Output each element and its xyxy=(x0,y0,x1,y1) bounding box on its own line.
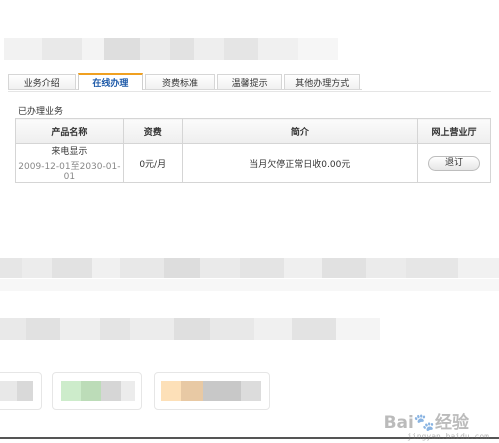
cell-action: 退订 xyxy=(417,143,491,183)
watermark-url: jingyan.baidu.com xyxy=(407,432,489,441)
table-header-row: 产品名称 资费 简介 网上营业厅 xyxy=(15,118,491,144)
section-title: 已办理业务 xyxy=(18,107,64,117)
blurred-row-1 xyxy=(0,258,499,278)
subscribed-services-table: 产品名称 资费 简介 网上营业厅 来电显示 2009-12-01至2030-01… xyxy=(15,118,491,183)
tab-bar: 业务介绍 在线办理 资费标准 温馨提示 其他办理方式 xyxy=(8,73,362,90)
cell-intro: 当月欠停正常日收0.00元 xyxy=(181,143,419,183)
table-row: 来电显示 2009-12-01至2030-01-01 0元/月 当月欠停正常日收… xyxy=(15,143,491,183)
cell-product: 来电显示 2009-12-01至2030-01-01 xyxy=(15,143,124,183)
tab-business-intro[interactable]: 业务介绍 xyxy=(8,74,76,89)
cell-fee: 0元/月 xyxy=(122,143,183,183)
unsubscribe-button[interactable]: 退订 xyxy=(428,155,480,171)
tab-tips[interactable]: 温馨提示 xyxy=(216,74,283,89)
blurred-card-1 xyxy=(0,372,42,410)
header-product-name: 产品名称 xyxy=(15,118,124,144)
blurred-card-3 xyxy=(154,372,270,410)
tab-fee-standard[interactable]: 资费标准 xyxy=(145,74,215,89)
baidu-jingyan-watermark: Bai🐾经验 xyxy=(383,413,469,433)
tab-content-divider xyxy=(8,91,491,92)
product-date-range: 2009-12-01至2030-01-01 xyxy=(18,162,121,182)
blurred-row-3 xyxy=(0,318,380,340)
tab-other-methods[interactable]: 其他办理方式 xyxy=(284,74,361,89)
product-name: 来电显示 xyxy=(51,147,88,157)
tab-online-handling[interactable]: 在线办理 xyxy=(77,73,144,90)
blurred-header xyxy=(4,38,338,60)
header-fee: 资费 xyxy=(122,118,183,144)
blurred-card-2 xyxy=(52,372,142,410)
header-online-hall: 网上营业厅 xyxy=(417,118,491,144)
blurred-row-2 xyxy=(0,279,499,291)
header-intro: 简介 xyxy=(181,118,419,144)
